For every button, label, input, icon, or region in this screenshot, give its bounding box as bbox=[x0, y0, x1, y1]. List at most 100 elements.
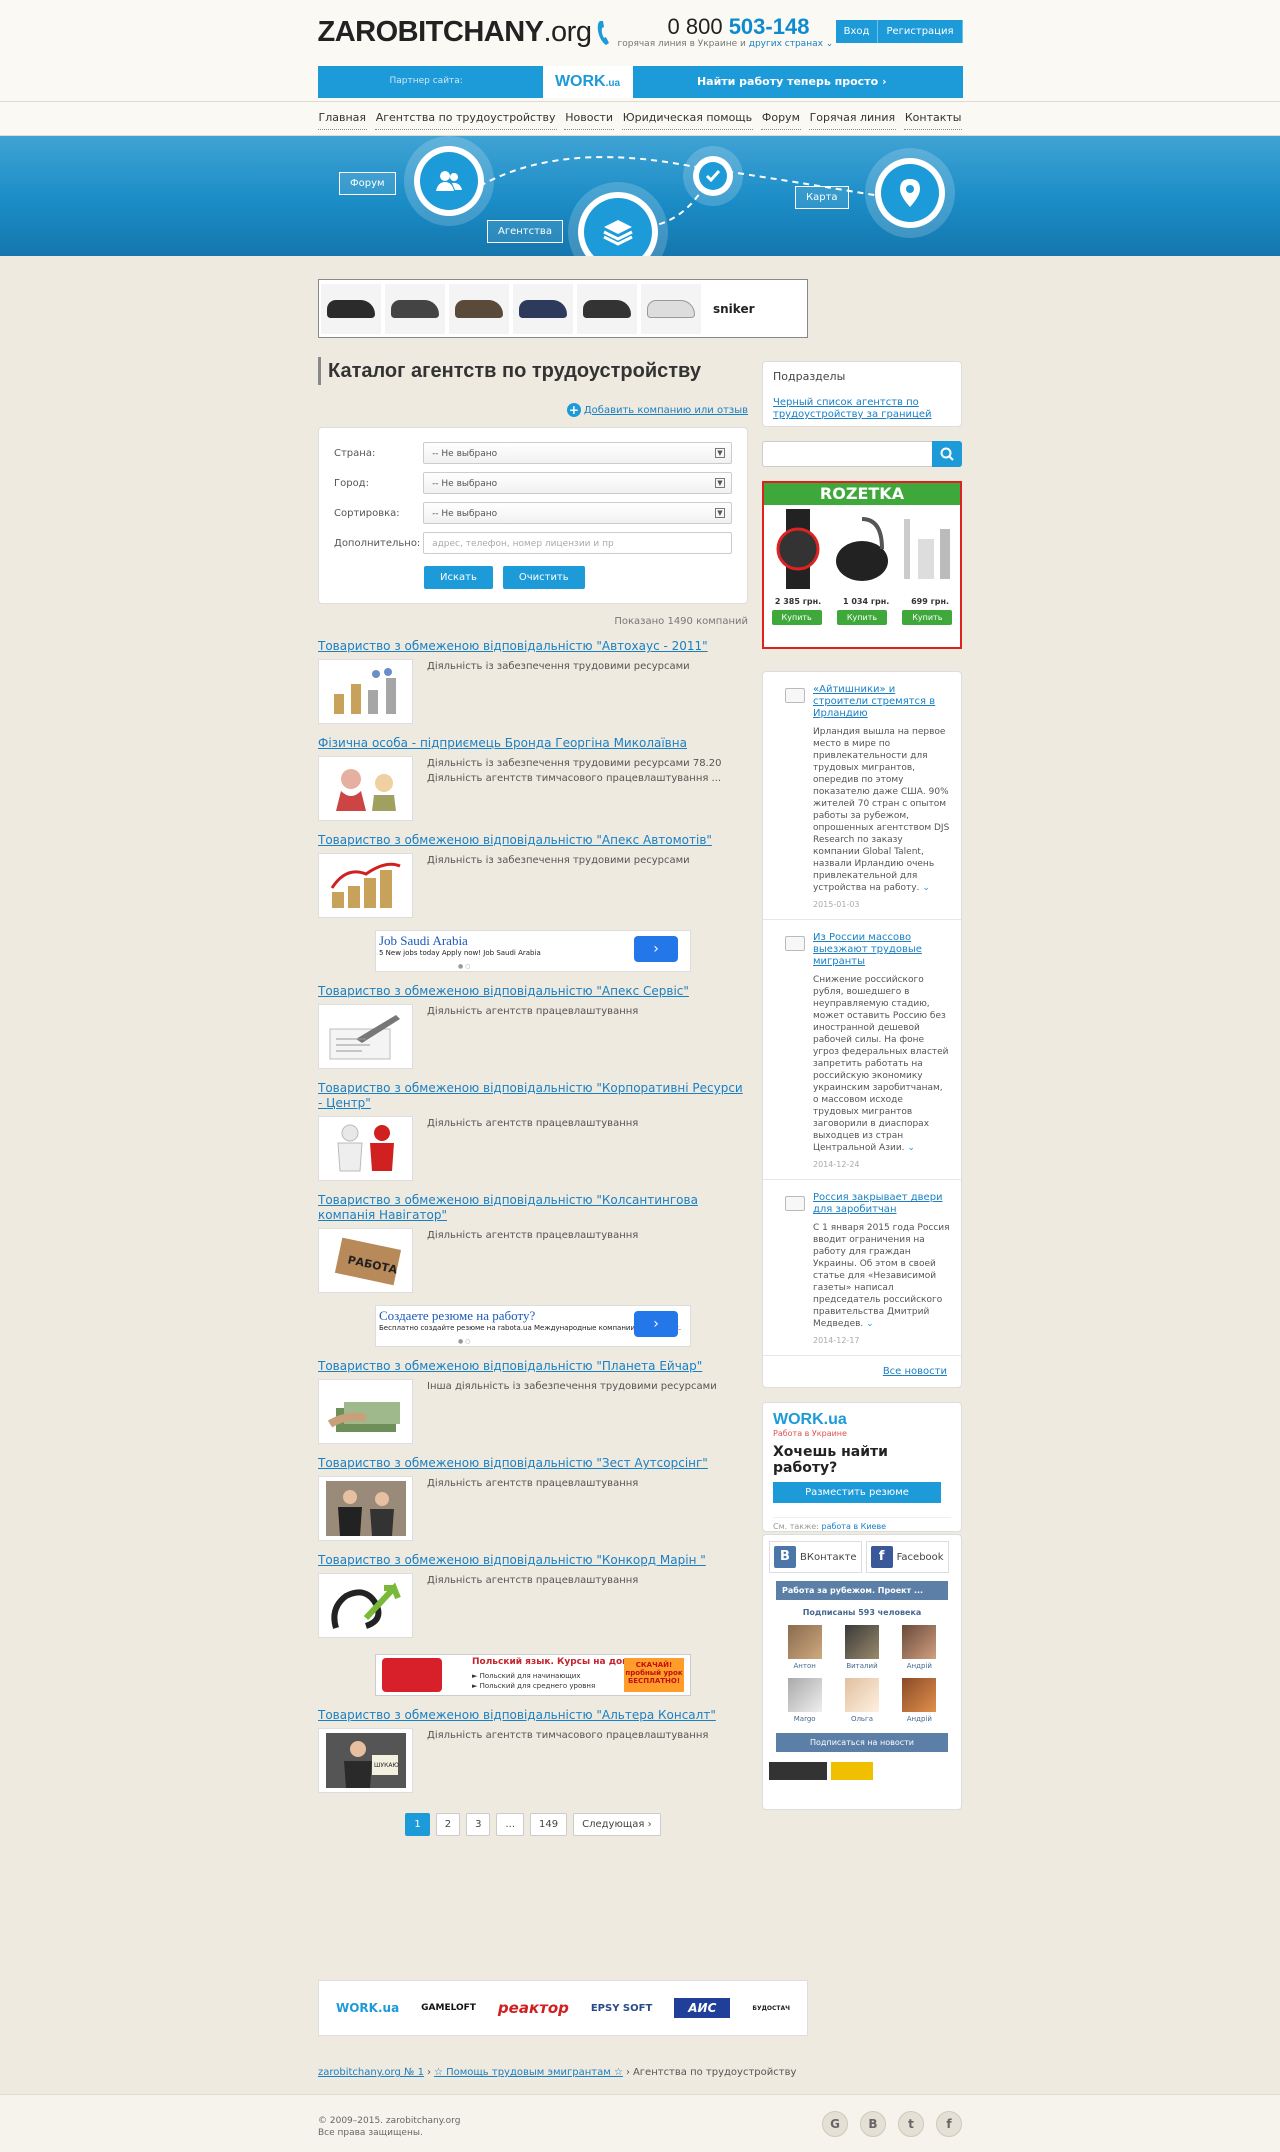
partner-epsysoft-logo[interactable]: EPSY SOFT bbox=[591, 2003, 652, 2014]
nav-item-agencies[interactable]: Агентства по трудоустройству bbox=[374, 111, 557, 130]
forum-tag[interactable]: Форум bbox=[339, 172, 396, 195]
search-button[interactable]: Искать bbox=[424, 566, 493, 589]
map-circle[interactable] bbox=[875, 158, 945, 228]
catalog-counter[interactable] bbox=[831, 1762, 873, 1780]
blacklist-link[interactable]: Черный список агентств по трудоустройств… bbox=[773, 397, 951, 421]
partner-gameloft-logo[interactable]: GAMELOFT bbox=[421, 2003, 476, 2013]
company-title-link[interactable]: Товариство з обмеженою відповідальністю … bbox=[318, 1456, 748, 1471]
company-title-link[interactable]: Товариство з обмеженою відповідальністю … bbox=[318, 833, 748, 848]
partner-ais-logo[interactable]: АИС bbox=[674, 1998, 731, 2018]
job-saudi-ad[interactable]: Job Saudi Arabia 5 New jobs today Apply … bbox=[375, 930, 691, 972]
company-title-link[interactable]: Фізична особа - підприємець Бронда Георг… bbox=[318, 736, 748, 751]
nav-item-news[interactable]: Новости bbox=[564, 111, 615, 130]
company-description: Діяльність агентств працевлаштування bbox=[427, 1118, 639, 1129]
expand-chevron-icon[interactable]: ⌄ bbox=[922, 883, 930, 893]
company-thumbnail[interactable] bbox=[318, 1004, 413, 1069]
register-button[interactable]: Регистрация bbox=[878, 20, 963, 43]
company-title-link[interactable]: Товариство з обмеженою відповідальністю … bbox=[318, 1708, 748, 1723]
page-2-button[interactable]: 2 bbox=[435, 1813, 461, 1836]
facebook-icon[interactable]: f bbox=[936, 2111, 962, 2137]
partner-reactor-logo[interactable]: реактор bbox=[498, 1999, 569, 2017]
subscriber-avatar[interactable]: Антон bbox=[780, 1625, 830, 1670]
company-title-link[interactable]: Товариство з обмеженою відповідальністю … bbox=[318, 1553, 748, 1568]
subscriber-avatar[interactable]: Ольга bbox=[837, 1678, 887, 1723]
company-title-link[interactable]: Товариство з обмеженою відповідальністю … bbox=[318, 1081, 748, 1111]
company-thumbnail[interactable] bbox=[318, 853, 413, 918]
nav-item-contacts[interactable]: Контакты bbox=[903, 111, 963, 130]
twitter-icon[interactable]: t bbox=[898, 2111, 924, 2137]
buy-button[interactable]: Купить bbox=[771, 610, 822, 625]
tab-vkontakte[interactable]: В ВКонтакте bbox=[769, 1541, 862, 1573]
page-1-button[interactable]: 1 bbox=[405, 1813, 430, 1836]
company-title-link[interactable]: Товариство з обмеженою відповідальністю … bbox=[318, 639, 748, 654]
site-logo[interactable]: ZAROBITCHANY.org bbox=[318, 16, 592, 49]
news-title-link[interactable]: Россия закрывает двери для заробитчан bbox=[813, 1192, 951, 1216]
company-thumbnail[interactable]: РАБОТА bbox=[318, 1228, 413, 1293]
vk-group-title[interactable]: Работа за рубежом. Проект ... bbox=[776, 1581, 948, 1600]
breadcrumb-section[interactable]: ☆ Помощь трудовым эмигрантам ☆ bbox=[434, 2067, 623, 2078]
rabota-ua-ad[interactable]: Создаете резюме на работу? Бесплатно соз… bbox=[375, 1305, 691, 1347]
nav-item-home[interactable]: Главная bbox=[317, 111, 368, 130]
partner-logo[interactable]: WORK.ua bbox=[542, 66, 633, 98]
google-icon[interactable]: G bbox=[822, 2111, 848, 2137]
workua-logo[interactable]: WORK.ua bbox=[773, 1411, 951, 1429]
subscribe-news-button[interactable]: Подписаться на новости bbox=[776, 1733, 948, 1752]
country-select[interactable]: -- Не выбрано ▼ bbox=[423, 442, 732, 464]
company-title-link[interactable]: Товариство з обмеженою відповідальністю … bbox=[318, 1359, 748, 1374]
vk-icon[interactable]: B bbox=[860, 2111, 886, 2137]
buy-button[interactable]: Купить bbox=[902, 610, 953, 625]
subscriber-avatar[interactable]: Андрій bbox=[894, 1678, 944, 1723]
company-thumbnail[interactable] bbox=[318, 659, 413, 724]
login-button[interactable]: Вход bbox=[835, 20, 879, 43]
ad-arrow-icon[interactable]: › bbox=[634, 936, 678, 962]
subscriber-avatar[interactable]: Виталий bbox=[837, 1625, 887, 1670]
shoes-ad-banner[interactable]: sniker bbox=[318, 279, 808, 338]
nav-item-legal[interactable]: Юридическая помощь bbox=[621, 111, 754, 130]
post-resume-button[interactable]: Разместить резюме bbox=[773, 1482, 941, 1503]
ad-arrow-icon[interactable]: › bbox=[634, 1311, 678, 1337]
news-title-link[interactable]: Из России массово выезжают трудовые мигр… bbox=[813, 932, 951, 968]
buy-button[interactable]: Купить bbox=[836, 610, 888, 625]
add-company-link[interactable]: Добавить компанию или отзыв bbox=[584, 405, 748, 416]
company-thumbnail[interactable] bbox=[318, 1476, 413, 1541]
company-title-link[interactable]: Товариство з обмеженою відповідальністю … bbox=[318, 984, 748, 999]
tab-facebook[interactable]: f Facebook bbox=[865, 1541, 949, 1573]
map-tag[interactable]: Карта bbox=[795, 186, 849, 209]
city-select[interactable]: -- Не выбрано ▼ bbox=[423, 472, 732, 494]
nav-item-hotline[interactable]: Горячая линия bbox=[808, 111, 897, 130]
free-lesson-badge[interactable]: СКАЧАЙ! пробный урок БЕСПЛАТНО! bbox=[624, 1658, 684, 1692]
expand-chevron-icon[interactable]: ⌄ bbox=[866, 1319, 874, 1329]
partner-workua-logo[interactable]: WORK.ua bbox=[336, 2001, 399, 2015]
partner-cta-link[interactable]: Найти работу теперь просто › bbox=[697, 75, 887, 88]
extra-input[interactable]: адрес, телефон, номер лицензии и пр bbox=[423, 532, 732, 554]
company-title-link[interactable]: Товариство з обмеженою відповідальністю … bbox=[318, 1193, 748, 1223]
next-page-button[interactable]: Следующая › bbox=[573, 1813, 661, 1836]
nav-item-forum[interactable]: Форум bbox=[760, 111, 801, 130]
subscriber-avatar[interactable]: Андрій bbox=[894, 1625, 944, 1670]
page-3-button[interactable]: 3 bbox=[466, 1813, 491, 1836]
company-thumbnail[interactable] bbox=[318, 1573, 413, 1638]
company-thumbnail[interactable]: ШУКАЮ bbox=[318, 1728, 413, 1793]
liveinternet-counter[interactable] bbox=[769, 1762, 827, 1780]
page-149-button[interactable]: 149 bbox=[530, 1813, 568, 1836]
company-thumbnail[interactable] bbox=[318, 1379, 413, 1444]
all-news-link[interactable]: Все новости bbox=[883, 1366, 947, 1377]
agencies-tag[interactable]: Агентства bbox=[487, 220, 563, 243]
news-title-link[interactable]: «Айтишники» и строители стремятся в Ирла… bbox=[813, 684, 951, 720]
polish-course-ad[interactable]: Польский язык. Курсы на дому ► Польский … bbox=[375, 1654, 691, 1696]
search-button[interactable] bbox=[932, 441, 962, 467]
expand-chevron-icon[interactable]: ⌄ bbox=[907, 1143, 915, 1153]
subscriber-avatar[interactable]: Margo bbox=[780, 1678, 830, 1723]
company-thumbnail[interactable] bbox=[318, 756, 413, 821]
kiev-jobs-link[interactable]: работа в Киеве bbox=[821, 1522, 886, 1531]
sort-select[interactable]: -- Не выбрано ▼ bbox=[423, 502, 732, 524]
forum-circle[interactable] bbox=[414, 146, 484, 216]
other-countries-link[interactable]: других странах bbox=[749, 39, 823, 49]
clear-button[interactable]: Очистить bbox=[502, 566, 585, 589]
breadcrumb-home[interactable]: zarobitchany.org № 1 bbox=[318, 2067, 424, 2078]
plus-icon[interactable]: + bbox=[566, 403, 581, 417]
company-thumbnail[interactable] bbox=[318, 1116, 413, 1181]
rozetka-ad[interactable]: ROZETKA 2 385 грн. 1 034 грн. 699 грн. К… bbox=[762, 481, 962, 649]
search-input[interactable] bbox=[762, 441, 932, 467]
partner-budostach-logo[interactable]: БУДОСТАЧ bbox=[752, 2005, 790, 2012]
